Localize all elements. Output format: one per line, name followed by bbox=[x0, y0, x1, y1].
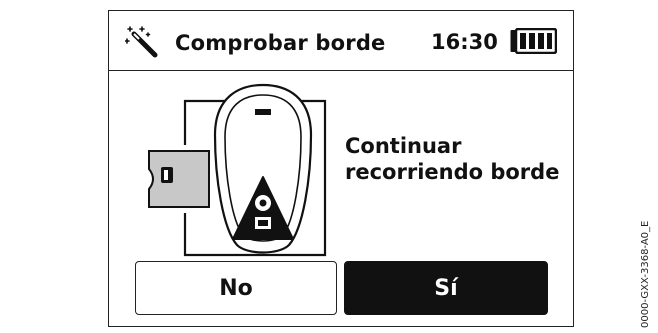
mower-at-charging-station-icon bbox=[148, 83, 327, 257]
device-screen: Comprobar borde 16:30 Continuar recorrie… bbox=[108, 10, 574, 327]
page-title: Comprobar borde bbox=[175, 31, 386, 55]
magic-wand-icon bbox=[125, 26, 158, 58]
message-line-2: recorriendo borde bbox=[345, 160, 560, 184]
battery-full-icon bbox=[510, 28, 557, 54]
status-message: Continuar recorriendo borde bbox=[345, 133, 559, 185]
clock-time: 16:30 bbox=[431, 30, 498, 54]
no-button[interactable]: No bbox=[135, 261, 337, 315]
document-reference: 0000-GXX-3368-A0_E bbox=[640, 220, 651, 328]
si-button[interactable]: Sí bbox=[344, 261, 548, 315]
message-line-1: Continuar bbox=[345, 134, 462, 158]
header-bar: Comprobar borde 16:30 bbox=[109, 11, 573, 71]
